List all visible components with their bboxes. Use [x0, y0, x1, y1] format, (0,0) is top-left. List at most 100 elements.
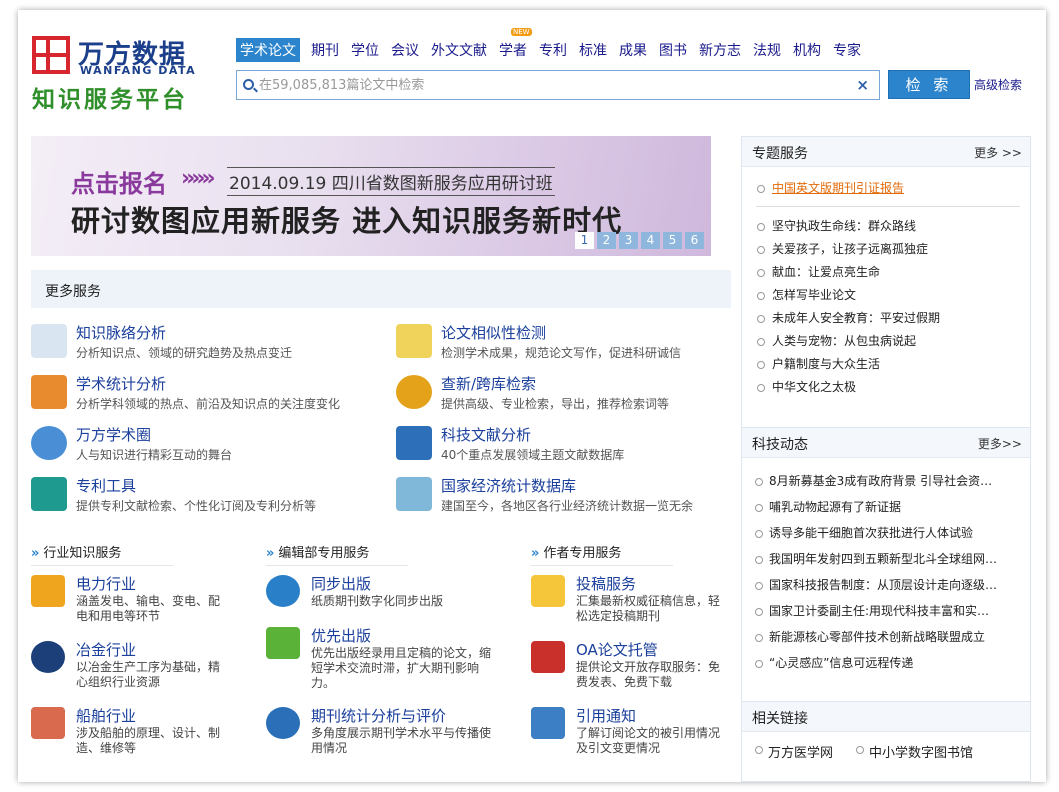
category-header-industry: » 行业知识服务	[31, 542, 173, 566]
service-cross-search[interactable]: 查新/跨库检索 提供高级、专业检索，导出，推荐检索词等	[396, 373, 736, 421]
nav-tab-foreign[interactable]: 外文文献	[431, 40, 487, 60]
logo[interactable]: 万方数据 WANFANG DATA 知识服务平台	[32, 34, 212, 114]
nav-tab-local-chronicles[interactable]: 新方志	[699, 40, 741, 60]
news-item[interactable]: 哺乳动物起源有了新证据	[742, 494, 1018, 520]
envelope-icon	[531, 707, 565, 739]
banner-page-4[interactable]: 4	[641, 232, 660, 249]
editorial-desc: 纸质期刊数字化同步出版	[311, 594, 444, 608]
links-list: 万方医学网 中小学数字图书馆	[742, 732, 1030, 761]
nav-tab-standards[interactable]: 标准	[579, 40, 607, 60]
banner-page-3[interactable]: 3	[619, 232, 638, 249]
service-academic-stats[interactable]: 学术统计分析 分析学科领域的热点、前沿及知识点的关注度变化	[31, 373, 371, 421]
folder-star-icon	[396, 426, 432, 460]
nav-tab-experts[interactable]: 专家	[833, 40, 861, 60]
author-submission[interactable]: 投稿服务 汇集最新权威征稿信息，轻松选定投稿期刊	[531, 573, 756, 629]
editorial-title: 同步出版	[311, 575, 372, 593]
topic-item[interactable]: 未成年人安全教育：平安过假期	[742, 307, 1018, 330]
service-literature-analysis[interactable]: 科技文献分析 40个重点发展领域主题文献数据库	[396, 424, 736, 472]
editorial-priority-publish[interactable]: 优先出版 优先出版经录用且定稿的论文，缩短学术交流时滞，扩大期刊影响力。	[266, 625, 491, 695]
news-item[interactable]: 诱导多能干细胞首次获批进行人体试验	[742, 520, 1018, 546]
industry-desc: 涵盖发电、输电、变电、配电和用电等环节	[76, 594, 221, 623]
links-header: 相关链接	[742, 702, 1030, 732]
topic-featured[interactable]: 中国英文版期刊引证报告	[742, 177, 1018, 200]
topics-more-link[interactable]: 更多 >>	[974, 144, 1022, 161]
topic-item[interactable]: 关爱孩子，让孩子远离孤独症	[742, 238, 1018, 261]
search-input[interactable]	[259, 75, 849, 95]
author-citation-alert[interactable]: 引用通知 了解订阅论文的被引用情况及引文变更情况	[531, 705, 756, 761]
banner-page-1[interactable]: 1	[575, 232, 594, 249]
banner-page-5[interactable]: 5	[663, 232, 682, 249]
service-desc: 分析学科领域的热点、前沿及知识点的关注度变化	[76, 397, 341, 411]
service-similarity-check[interactable]: 论文相似性检测 检测学术成果，规范论文写作，促进科研诚信	[396, 322, 736, 370]
links-title: 相关链接	[752, 711, 808, 727]
service-title: 查新/跨库检索	[441, 375, 537, 393]
service-knowledge-trend[interactable]: 知识脉络分析 分析知识点、领域的研究趋势及热点变迁	[31, 322, 371, 370]
news-header: 科技动态 更多>>	[742, 428, 1030, 458]
link-item[interactable]: 万方医学网	[754, 742, 833, 761]
service-economic-stats[interactable]: 国家经济统计数据库 建国至今，各地区各行业经济统计数据一览无余	[396, 475, 736, 523]
new-badge: NEW	[511, 28, 532, 36]
industry-power[interactable]: 电力行业 涵盖发电、输电、变电、配电和用电等环节	[31, 573, 256, 629]
service-title: 专利工具	[76, 477, 137, 495]
service-title: 科技文献分析	[441, 426, 532, 444]
service-desc: 人与知识进行精彩互动的舞台	[76, 448, 233, 462]
topics-panel: 专题服务 更多 >> 中国英文版期刊引证报告 坚守执政生命线：群众路线 关爱孩子，…	[741, 136, 1031, 428]
service-title: 学术统计分析	[76, 375, 167, 393]
service-academic-circle[interactable]: 万方学术圈 人与知识进行精彩互动的舞台	[31, 424, 371, 472]
nav-tab-scholars[interactable]: 学者 NEW	[499, 28, 532, 60]
sticky-note-icon	[531, 575, 565, 607]
service-title: 知识脉络分析	[76, 324, 167, 342]
banner-page-6[interactable]: 6	[685, 232, 704, 249]
editorial-title: 优先出版	[311, 627, 372, 645]
topic-item[interactable]: 中华文化之太极	[742, 376, 1018, 399]
news-item[interactable]: 新能源核心零部件技术创新战略联盟成立	[742, 624, 1018, 650]
author-oa-hosting[interactable]: OA论文托管 提供论文开放存取服务：免费发表、免费下载	[531, 639, 756, 695]
nav-tab-journals[interactable]: 期刊	[311, 40, 339, 60]
editorial-journal-stats[interactable]: 期刊统计分析与评价 多角度展示期刊学术水平与传播使用情况	[266, 705, 491, 761]
nav-tab-conferences[interactable]: 会议	[391, 40, 419, 60]
service-patent-tools[interactable]: 专利工具 提供专利文献检索、个性化订阅及专利分析等	[31, 475, 371, 523]
topic-item[interactable]: 人类与宠物：从包虫病说起	[742, 330, 1018, 353]
industry-title: 船舶行业	[76, 707, 137, 725]
pie-chart-icon	[266, 707, 300, 739]
banner-page-2[interactable]: 2	[597, 232, 616, 249]
advanced-search-link[interactable]: 高级检索	[974, 76, 1022, 93]
industry-shipbuilding[interactable]: 船舶行业 涉及船舶的原理、设计、制造、维修等	[31, 705, 256, 761]
nav-tab-achievements[interactable]: 成果	[619, 40, 647, 60]
nav-tab-books[interactable]: 图书	[659, 40, 687, 60]
search-icon	[243, 79, 254, 90]
search-button[interactable]: 检 索	[888, 70, 970, 99]
industry-metallurgy[interactable]: 冶金行业 以冶金生产工序为基础，精心组织行业资源	[31, 639, 256, 695]
nav-tab-institutions[interactable]: 机构	[793, 40, 821, 60]
editorial-desc: 多角度展示期刊学术水平与传播使用情况	[311, 726, 492, 755]
editorial-sync-publish[interactable]: 同步出版 纸质期刊数字化同步出版	[266, 573, 491, 629]
banner[interactable]: 点击报名 »»» 2014.09.19 四川省数图新服务应用研讨班 研讨数图应用…	[31, 136, 711, 256]
nav-tab-papers[interactable]: 学术论文	[236, 38, 300, 62]
data-cube-icon	[396, 477, 432, 511]
double-chevron-icon: »	[266, 546, 275, 561]
topic-item[interactable]: 献血：让爱点亮生命	[742, 261, 1018, 284]
news-item[interactable]: 我国明年发射四到五颗新型北斗全球组网…	[742, 546, 1018, 572]
topic-item[interactable]: 户籍制度与大众生活	[742, 353, 1018, 376]
news-item[interactable]: “心灵感应”信息可远程传递	[742, 650, 1018, 676]
topic-item[interactable]: 坚守执政生命线：群众路线	[742, 215, 1018, 238]
topic-item[interactable]: 怎样写毕业论文	[742, 284, 1018, 307]
priority-leaf-icon	[266, 627, 300, 659]
service-desc: 建国至今，各地区各行业经济统计数据一览无余	[441, 499, 694, 513]
link-item[interactable]: 中小学数字图书馆	[856, 742, 973, 761]
magnifier-plus-icon	[396, 375, 432, 409]
industry-desc: 以冶金生产工序为基础，精心组织行业资源	[76, 660, 221, 689]
news-more-link[interactable]: 更多>>	[978, 435, 1022, 452]
editorial-desc: 优先出版经录用且定稿的论文，缩短学术交流时滞，扩大期刊影响力。	[311, 646, 492, 690]
clear-icon[interactable]: ×	[856, 76, 869, 94]
search-box: ×	[236, 70, 880, 100]
news-item[interactable]: 国家科技报告制度：从顶层设计走向逐级…	[742, 572, 1018, 598]
news-item[interactable]: 8月新募基金3成有政府背景 引导社会资…	[742, 468, 1018, 494]
power-wave-icon	[31, 575, 65, 607]
nav-tab-degrees[interactable]: 学位	[351, 40, 379, 60]
nav-tab-patents[interactable]: 专利	[539, 40, 567, 60]
nav-tab-laws[interactable]: 法规	[753, 40, 781, 60]
news-item[interactable]: 国家卫计委副主任:用现代科技丰富和实…	[742, 598, 1018, 624]
category-title: 编辑部专用服务	[278, 546, 370, 561]
service-title: 论文相似性检测	[441, 324, 547, 342]
